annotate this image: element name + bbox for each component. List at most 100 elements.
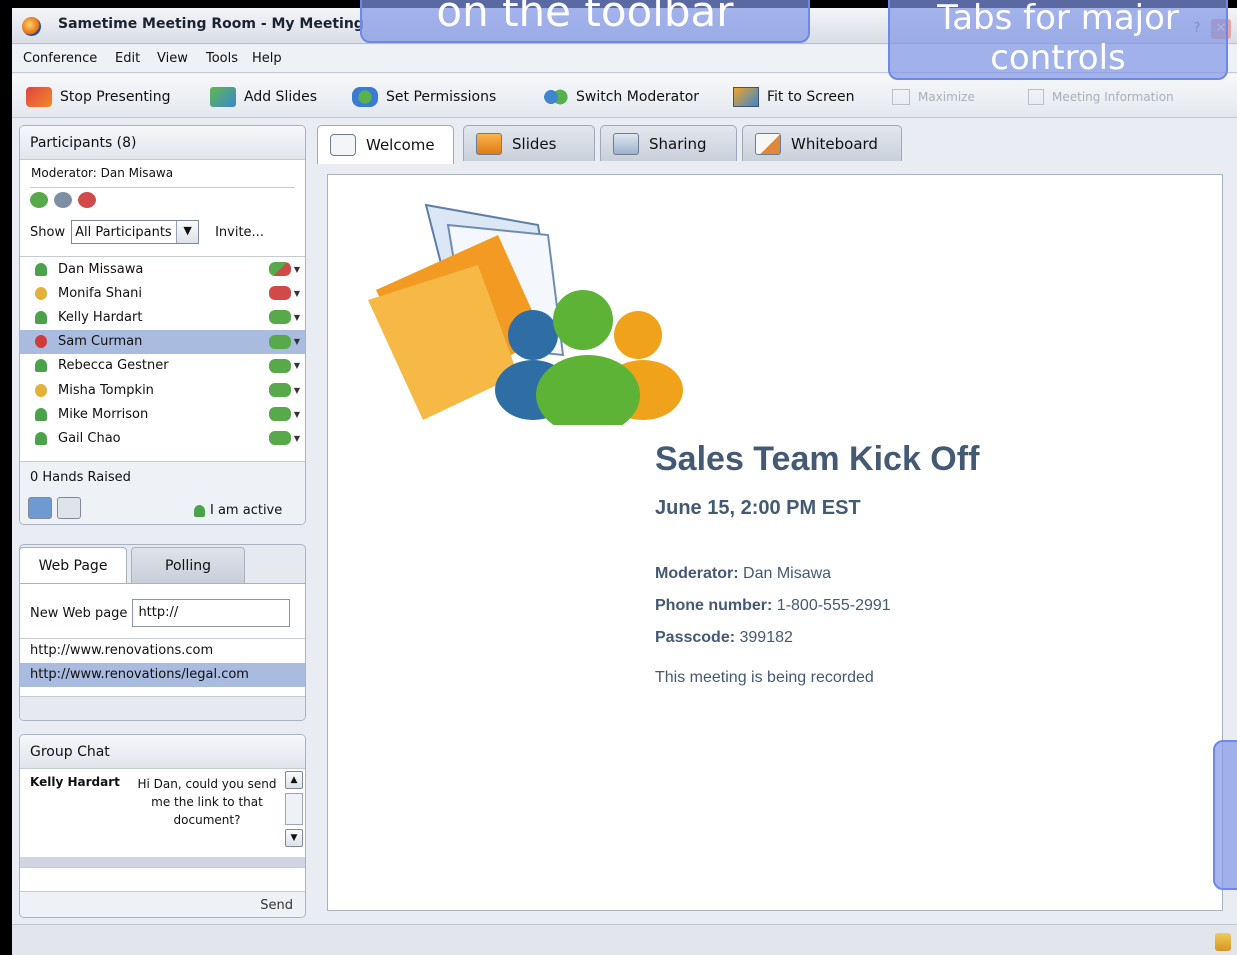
stop-presenting-icon (26, 87, 52, 107)
tab-welcome[interactable]: Welcome (317, 125, 454, 164)
tab-web-page[interactable]: Web Page (20, 547, 127, 584)
web-page-body: New Web page http:// http://www.renovati… (20, 583, 305, 720)
participant-row[interactable]: Monifa Shani ▼ (20, 281, 305, 305)
chat-footer: Send (20, 891, 305, 917)
home-icon (330, 134, 356, 156)
participant-row[interactable]: Kelly Hardart ▼ (20, 305, 305, 329)
new-web-page-label: New Web page (30, 605, 128, 621)
menu-edit[interactable]: Edit (115, 51, 140, 66)
chevron-down-icon[interactable]: ▼ (294, 265, 300, 274)
audio-icon[interactable] (269, 407, 291, 422)
chevron-up-icon[interactable]: ▲ (285, 771, 303, 789)
participant-tools (30, 192, 96, 208)
menu-view[interactable]: View (157, 51, 188, 66)
url-input[interactable]: http:// (132, 599, 291, 627)
tab-slides[interactable]: Slides (463, 125, 595, 161)
window-title: Sametime Meeting Room - My Meeting (58, 16, 364, 32)
muted-icon[interactable] (269, 286, 291, 301)
switch-moderator-label: Switch Moderator (576, 89, 700, 105)
fit-to-screen-icon (733, 87, 759, 107)
chat-scrollbar[interactable]: ▲ ▼ (285, 771, 303, 855)
chevron-down-icon[interactable]: ▼ (294, 289, 300, 298)
chat-input[interactable] (20, 867, 305, 891)
audio-icon[interactable] (269, 334, 291, 349)
tab-whiteboard[interactable]: Whiteboard (742, 125, 902, 161)
meeting-information-button[interactable]: Meeting Information (1028, 86, 1174, 108)
send-button[interactable]: Send (260, 898, 293, 913)
meeting-information-icon (1028, 89, 1044, 105)
stop-presenting-button[interactable]: Stop Presenting (26, 86, 170, 108)
tab-sharing[interactable]: Sharing (600, 125, 737, 161)
meeting-information-label: Meeting Information (1052, 90, 1174, 104)
passcode-value: 399182 (739, 629, 793, 646)
menu-tools[interactable]: Tools (206, 51, 238, 66)
raise-hand-icon[interactable] (28, 497, 52, 519)
add-slides-icon (210, 87, 236, 107)
chevron-down-icon[interactable]: ▼ (294, 361, 300, 370)
participant-row[interactable]: Misha Tompkin ▼ (20, 378, 305, 402)
scroll-thumb[interactable] (285, 793, 303, 825)
participant-row[interactable]: Gail Chao ▼ (20, 426, 305, 450)
chevron-down-icon[interactable]: ▼ (294, 410, 300, 419)
participant-row[interactable]: Mike Morrison ▼ (20, 402, 305, 426)
set-permissions-icon (352, 87, 378, 107)
chevron-down-icon[interactable]: ▼ (285, 829, 303, 847)
fit-to-screen-button[interactable]: Fit to Screen (733, 86, 855, 108)
chevron-down-icon[interactable]: ▼ (294, 386, 300, 395)
set-permissions-label: Set Permissions (386, 89, 497, 105)
audio-icon[interactable] (269, 431, 291, 446)
toolbar: Stop Presenting Add Slides Set Permissio… (12, 74, 1237, 118)
participant-name: Misha Tompkin (58, 382, 154, 398)
app-icon (22, 17, 41, 36)
audio-icon[interactable] (269, 383, 291, 398)
chat-divider[interactable] (20, 857, 305, 867)
participant-name: Kelly Hardart (58, 309, 143, 325)
no-audio-icon[interactable] (269, 262, 291, 277)
chat-message: Hi Dan, could you send me the link to th… (137, 777, 277, 827)
switch-moderator-button[interactable]: Switch Moderator (542, 86, 699, 108)
participant-row[interactable]: Dan Missawa ▼ (20, 257, 305, 281)
participant-row[interactable]: Sam Curman ▼ (20, 329, 305, 354)
audio-icon[interactable] (30, 192, 48, 208)
moderator-value: Dan Misawa (743, 565, 832, 582)
web-page-footer (20, 696, 305, 720)
add-slides-button[interactable]: Add Slides (210, 86, 317, 108)
participant-row[interactable]: Rebecca Gestner ▼ (20, 354, 305, 378)
show-select[interactable]: All Participants ▼ (71, 220, 200, 244)
chevron-down-icon[interactable]: ▼ (294, 434, 300, 443)
audio-icon[interactable] (269, 310, 291, 325)
status-bar (12, 924, 1237, 955)
tab-polling[interactable]: Polling (131, 547, 245, 583)
menu-conference[interactable]: Conference (23, 51, 97, 66)
menu-help[interactable]: Help (252, 51, 282, 66)
meeting-illustration (368, 203, 683, 425)
set-permissions-button[interactable]: Set Permissions (352, 86, 496, 108)
mute-icon[interactable] (78, 192, 96, 208)
chevron-down-icon[interactable]: ▼ (294, 337, 300, 346)
fit-to-screen-label: Fit to Screen (767, 89, 855, 105)
participant-name: Monifa Shani (58, 285, 143, 301)
person-active-icon (35, 431, 47, 445)
lower-hand-icon[interactable] (57, 497, 81, 519)
toolbar-callout: on the toolbar (360, 0, 810, 43)
add-slides-label: Add Slides (244, 89, 318, 105)
passcode-label: Passcode: (655, 629, 736, 646)
participant-name: Gail Chao (58, 430, 121, 446)
moderator-line: Moderator: Dan Misawa (31, 166, 174, 180)
maximize-button[interactable]: Maximize (892, 86, 975, 108)
audio-icon[interactable] (269, 358, 291, 373)
person-away-icon (35, 286, 47, 300)
chevron-down-icon[interactable]: ▼ (294, 313, 300, 322)
stop-presenting-label: Stop Presenting (60, 89, 171, 105)
self-status[interactable]: I am active (210, 503, 282, 518)
recording-note: This meeting is being recorded (655, 669, 874, 686)
list-item[interactable]: http://www.renovations/legal.com (20, 663, 305, 687)
invite-link[interactable]: Invite... (215, 225, 264, 240)
list-item[interactable]: http://www.renovations.com (20, 639, 305, 663)
show-select-value: All Participants (75, 224, 172, 240)
phone-value: 1-800-555-2991 (776, 597, 891, 614)
welcome-content: Sales Team Kick Off June 15, 2:00 PM EST… (327, 174, 1223, 911)
person-active-icon (35, 310, 47, 324)
meeting-title: Sales Team Kick Off (655, 440, 980, 478)
hand-icon[interactable] (54, 192, 72, 208)
